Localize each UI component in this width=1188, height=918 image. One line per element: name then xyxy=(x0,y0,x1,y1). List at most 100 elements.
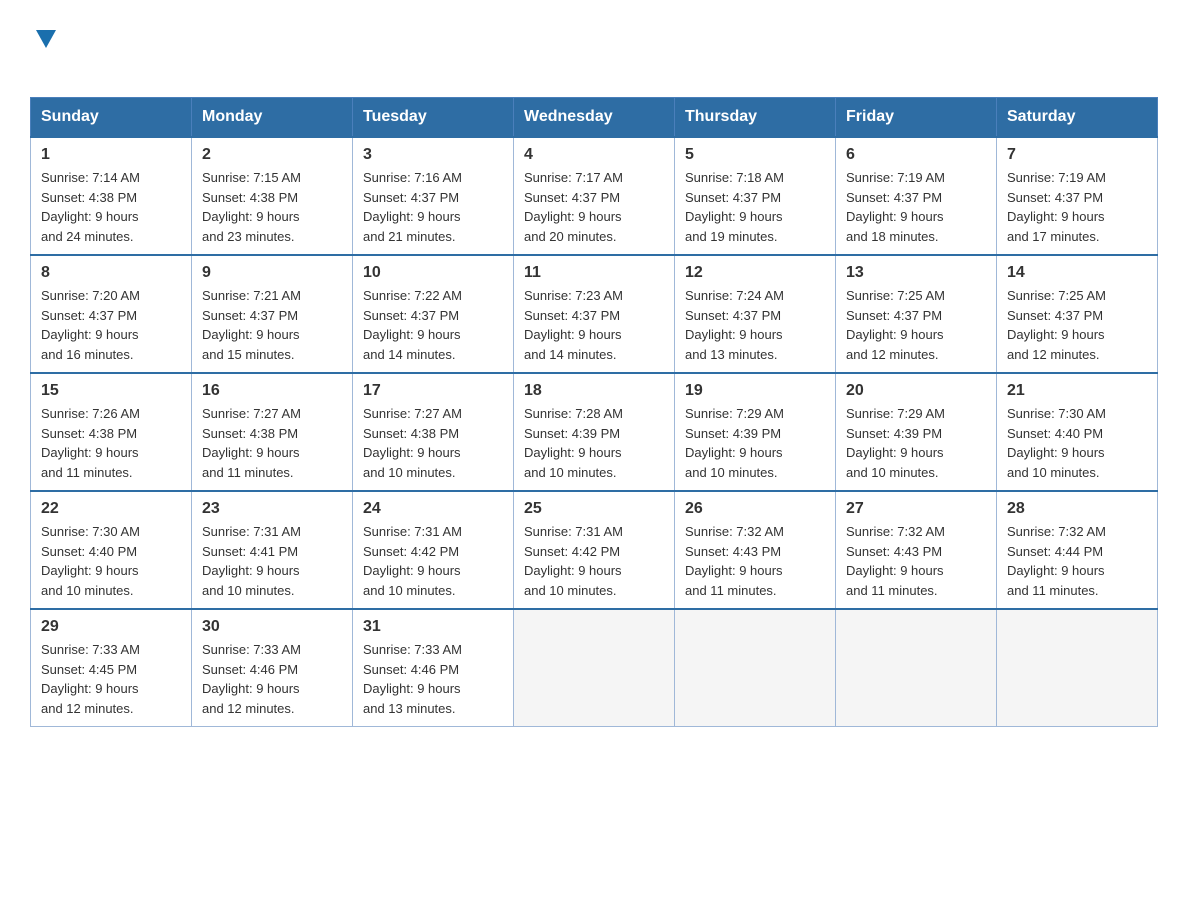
header-saturday: Saturday xyxy=(997,98,1158,138)
header-tuesday: Tuesday xyxy=(353,98,514,138)
calendar-cell xyxy=(675,609,836,727)
day-info: Sunrise: 7:23 AM Sunset: 4:37 PM Dayligh… xyxy=(524,286,664,364)
week-row-5: 29 Sunrise: 7:33 AM Sunset: 4:45 PM Dayl… xyxy=(31,609,1158,727)
calendar-cell: 23 Sunrise: 7:31 AM Sunset: 4:41 PM Dayl… xyxy=(192,491,353,609)
day-info: Sunrise: 7:31 AM Sunset: 4:41 PM Dayligh… xyxy=(202,522,342,600)
calendar-cell: 2 Sunrise: 7:15 AM Sunset: 4:38 PM Dayli… xyxy=(192,137,353,255)
day-info: Sunrise: 7:21 AM Sunset: 4:37 PM Dayligh… xyxy=(202,286,342,364)
header-wednesday: Wednesday xyxy=(514,98,675,138)
calendar-cell: 5 Sunrise: 7:18 AM Sunset: 4:37 PM Dayli… xyxy=(675,137,836,255)
day-info: Sunrise: 7:30 AM Sunset: 4:40 PM Dayligh… xyxy=(41,522,181,600)
day-info: Sunrise: 7:33 AM Sunset: 4:45 PM Dayligh… xyxy=(41,640,181,718)
calendar-cell: 3 Sunrise: 7:16 AM Sunset: 4:37 PM Dayli… xyxy=(353,137,514,255)
day-info: Sunrise: 7:27 AM Sunset: 4:38 PM Dayligh… xyxy=(363,404,503,482)
calendar-cell: 28 Sunrise: 7:32 AM Sunset: 4:44 PM Dayl… xyxy=(997,491,1158,609)
calendar-cell: 22 Sunrise: 7:30 AM Sunset: 4:40 PM Dayl… xyxy=(31,491,192,609)
day-info: Sunrise: 7:20 AM Sunset: 4:37 PM Dayligh… xyxy=(41,286,181,364)
day-number: 22 xyxy=(41,500,181,518)
calendar-cell: 30 Sunrise: 7:33 AM Sunset: 4:46 PM Dayl… xyxy=(192,609,353,727)
day-info: Sunrise: 7:29 AM Sunset: 4:39 PM Dayligh… xyxy=(846,404,986,482)
day-info: Sunrise: 7:31 AM Sunset: 4:42 PM Dayligh… xyxy=(363,522,503,600)
day-info: Sunrise: 7:31 AM Sunset: 4:42 PM Dayligh… xyxy=(524,522,664,600)
day-number: 3 xyxy=(363,146,503,164)
day-number: 2 xyxy=(202,146,342,164)
logo-line2 xyxy=(30,51,32,77)
day-info: Sunrise: 7:25 AM Sunset: 4:37 PM Dayligh… xyxy=(846,286,986,364)
header-friday: Friday xyxy=(836,98,997,138)
day-number: 25 xyxy=(524,500,664,518)
calendar-cell: 10 Sunrise: 7:22 AM Sunset: 4:37 PM Dayl… xyxy=(353,255,514,373)
page-header xyxy=(30,20,1158,77)
calendar-cell: 9 Sunrise: 7:21 AM Sunset: 4:37 PM Dayli… xyxy=(192,255,353,373)
calendar-cell: 26 Sunrise: 7:32 AM Sunset: 4:43 PM Dayl… xyxy=(675,491,836,609)
day-info: Sunrise: 7:24 AM Sunset: 4:37 PM Dayligh… xyxy=(685,286,825,364)
day-number: 19 xyxy=(685,382,825,400)
day-info: Sunrise: 7:32 AM Sunset: 4:43 PM Dayligh… xyxy=(685,522,825,600)
day-info: Sunrise: 7:19 AM Sunset: 4:37 PM Dayligh… xyxy=(846,168,986,246)
day-number: 5 xyxy=(685,146,825,164)
calendar-cell: 29 Sunrise: 7:33 AM Sunset: 4:45 PM Dayl… xyxy=(31,609,192,727)
calendar-cell: 8 Sunrise: 7:20 AM Sunset: 4:37 PM Dayli… xyxy=(31,255,192,373)
day-number: 27 xyxy=(846,500,986,518)
day-info: Sunrise: 7:14 AM Sunset: 4:38 PM Dayligh… xyxy=(41,168,181,246)
calendar-cell: 1 Sunrise: 7:14 AM Sunset: 4:38 PM Dayli… xyxy=(31,137,192,255)
day-number: 30 xyxy=(202,618,342,636)
day-info: Sunrise: 7:22 AM Sunset: 4:37 PM Dayligh… xyxy=(363,286,503,364)
day-number: 24 xyxy=(363,500,503,518)
calendar-cell: 20 Sunrise: 7:29 AM Sunset: 4:39 PM Dayl… xyxy=(836,373,997,491)
calendar-cell: 11 Sunrise: 7:23 AM Sunset: 4:37 PM Dayl… xyxy=(514,255,675,373)
day-info: Sunrise: 7:32 AM Sunset: 4:44 PM Dayligh… xyxy=(1007,522,1147,600)
day-info: Sunrise: 7:15 AM Sunset: 4:38 PM Dayligh… xyxy=(202,168,342,246)
header-thursday: Thursday xyxy=(675,98,836,138)
calendar-cell: 27 Sunrise: 7:32 AM Sunset: 4:43 PM Dayl… xyxy=(836,491,997,609)
day-number: 7 xyxy=(1007,146,1147,164)
day-info: Sunrise: 7:25 AM Sunset: 4:37 PM Dayligh… xyxy=(1007,286,1147,364)
day-number: 29 xyxy=(41,618,181,636)
day-info: Sunrise: 7:33 AM Sunset: 4:46 PM Dayligh… xyxy=(202,640,342,718)
day-number: 28 xyxy=(1007,500,1147,518)
calendar-cell: 16 Sunrise: 7:27 AM Sunset: 4:38 PM Dayl… xyxy=(192,373,353,491)
calendar-cell: 6 Sunrise: 7:19 AM Sunset: 4:37 PM Dayli… xyxy=(836,137,997,255)
calendar-cell: 24 Sunrise: 7:31 AM Sunset: 4:42 PM Dayl… xyxy=(353,491,514,609)
calendar-header: Sunday Monday Tuesday Wednesday Thursday… xyxy=(31,98,1158,138)
day-info: Sunrise: 7:17 AM Sunset: 4:37 PM Dayligh… xyxy=(524,168,664,246)
day-number: 11 xyxy=(524,264,664,282)
day-info: Sunrise: 7:26 AM Sunset: 4:38 PM Dayligh… xyxy=(41,404,181,482)
calendar-cell: 12 Sunrise: 7:24 AM Sunset: 4:37 PM Dayl… xyxy=(675,255,836,373)
day-number: 16 xyxy=(202,382,342,400)
day-header-row: Sunday Monday Tuesday Wednesday Thursday… xyxy=(31,98,1158,138)
calendar-cell: 25 Sunrise: 7:31 AM Sunset: 4:42 PM Dayl… xyxy=(514,491,675,609)
day-number: 23 xyxy=(202,500,342,518)
calendar-cell xyxy=(836,609,997,727)
day-info: Sunrise: 7:19 AM Sunset: 4:37 PM Dayligh… xyxy=(1007,168,1147,246)
day-number: 9 xyxy=(202,264,342,282)
calendar-cell: 17 Sunrise: 7:27 AM Sunset: 4:38 PM Dayl… xyxy=(353,373,514,491)
logo-line1 xyxy=(30,30,56,51)
calendar-cell xyxy=(997,609,1158,727)
logo xyxy=(30,30,56,77)
day-number: 20 xyxy=(846,382,986,400)
calendar-cell: 31 Sunrise: 7:33 AM Sunset: 4:46 PM Dayl… xyxy=(353,609,514,727)
day-number: 4 xyxy=(524,146,664,164)
day-info: Sunrise: 7:33 AM Sunset: 4:46 PM Dayligh… xyxy=(363,640,503,718)
calendar-cell: 14 Sunrise: 7:25 AM Sunset: 4:37 PM Dayl… xyxy=(997,255,1158,373)
day-info: Sunrise: 7:30 AM Sunset: 4:40 PM Dayligh… xyxy=(1007,404,1147,482)
header-sunday: Sunday xyxy=(31,98,192,138)
day-info: Sunrise: 7:28 AM Sunset: 4:39 PM Dayligh… xyxy=(524,404,664,482)
day-info: Sunrise: 7:16 AM Sunset: 4:37 PM Dayligh… xyxy=(363,168,503,246)
calendar-cell: 19 Sunrise: 7:29 AM Sunset: 4:39 PM Dayl… xyxy=(675,373,836,491)
day-number: 14 xyxy=(1007,264,1147,282)
calendar-cell: 21 Sunrise: 7:30 AM Sunset: 4:40 PM Dayl… xyxy=(997,373,1158,491)
week-row-1: 1 Sunrise: 7:14 AM Sunset: 4:38 PM Dayli… xyxy=(31,137,1158,255)
calendar-cell: 4 Sunrise: 7:17 AM Sunset: 4:37 PM Dayli… xyxy=(514,137,675,255)
day-number: 6 xyxy=(846,146,986,164)
day-number: 21 xyxy=(1007,382,1147,400)
calendar-cell: 7 Sunrise: 7:19 AM Sunset: 4:37 PM Dayli… xyxy=(997,137,1158,255)
calendar-cell: 13 Sunrise: 7:25 AM Sunset: 4:37 PM Dayl… xyxy=(836,255,997,373)
day-info: Sunrise: 7:29 AM Sunset: 4:39 PM Dayligh… xyxy=(685,404,825,482)
week-row-2: 8 Sunrise: 7:20 AM Sunset: 4:37 PM Dayli… xyxy=(31,255,1158,373)
day-number: 1 xyxy=(41,146,181,164)
day-number: 12 xyxy=(685,264,825,282)
day-number: 17 xyxy=(363,382,503,400)
calendar-body: 1 Sunrise: 7:14 AM Sunset: 4:38 PM Dayli… xyxy=(31,137,1158,727)
